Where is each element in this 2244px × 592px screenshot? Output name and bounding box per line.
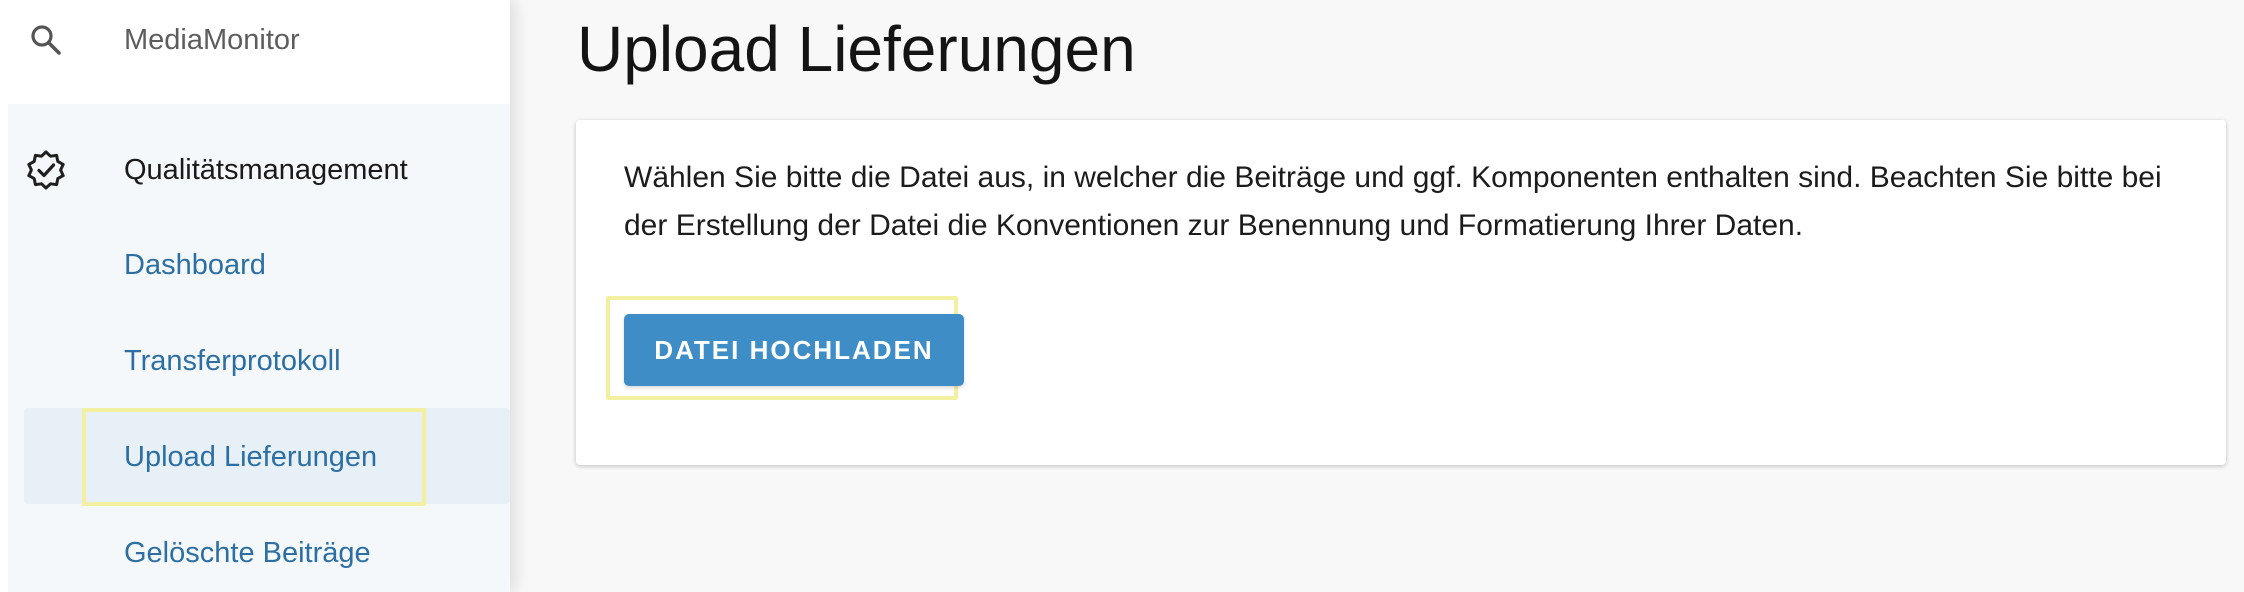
upload-card: Wählen Sie bitte die Datei aus, in welch…: [576, 120, 2226, 465]
search-icon[interactable]: [28, 22, 64, 58]
sidebar-item-upload-lieferungen[interactable]: Upload Lieferungen: [124, 439, 377, 475]
sidebar-section-label: Qualitätsmanagement: [124, 154, 408, 186]
upload-file-button[interactable]: DATEI HOCHLADEN: [624, 314, 964, 386]
sidebar-item-geloeschte-beitraege[interactable]: Gelöschte Beiträge: [124, 535, 371, 571]
sidebar-section-quality[interactable]: Qualitätsmanagement: [0, 140, 510, 200]
sidebar-item-dashboard[interactable]: Dashboard: [124, 247, 266, 283]
page-title: Upload Lieferungen: [577, 13, 1136, 85]
search-row[interactable]: MediaMonitor: [0, 0, 510, 82]
search-label: MediaMonitor: [124, 24, 300, 56]
sidebar-item-transferprotokoll[interactable]: Transferprotokoll: [124, 343, 341, 379]
sidebar: MediaMonitor Qualitätsmanagement Dashboa…: [0, 0, 510, 592]
verified-badge-icon: [24, 148, 68, 192]
upload-description: Wählen Sie bitte die Datei aus, in welch…: [624, 161, 2162, 242]
